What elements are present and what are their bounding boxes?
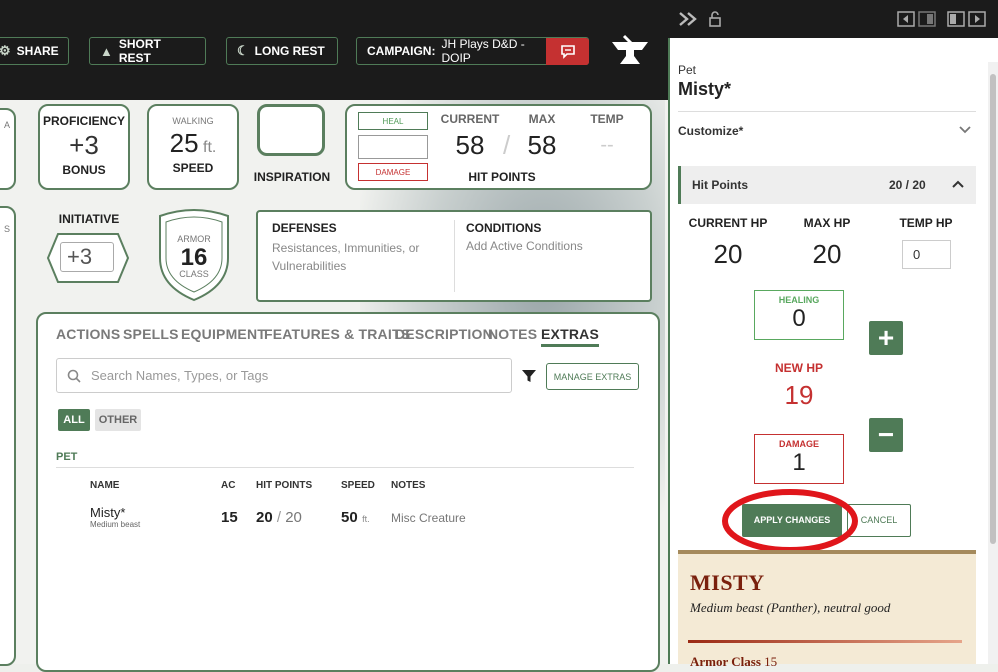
speed-box: WALKING 25 ft. SPEED (147, 104, 239, 190)
conditions-text[interactable]: Add Active Conditions (466, 239, 583, 253)
heal-button[interactable]: HEAL (358, 112, 428, 130)
plus-icon: + (877, 322, 895, 353)
stat-block-divider (688, 640, 962, 643)
tab-equipment[interactable]: EQUIPMENT (181, 326, 266, 342)
tab-extras[interactable]: EXTRAS (541, 326, 599, 347)
skills-column-partial: S (0, 206, 16, 666)
stat-block: MISTY Medium beast (Panther), neutral go… (678, 550, 976, 669)
chat-icon (560, 44, 575, 59)
pet-name: Misty* (90, 505, 126, 520)
initiative-box: +3 (46, 232, 130, 284)
pet-hp-max: 20 (285, 509, 302, 526)
new-hp-value: 19 (784, 380, 814, 410)
minus-icon: − (877, 419, 895, 450)
campfire-icon: ▲ (100, 43, 113, 59)
hp-adjust-input[interactable] (358, 135, 428, 159)
column-header: AC (221, 480, 236, 491)
collapse-panel-icon[interactable] (678, 11, 698, 27)
panel-current-hp: 20 (713, 239, 743, 269)
tab-notes[interactable]: NOTES (488, 326, 537, 342)
tab-description[interactable]: DESCRIPTION (395, 326, 493, 342)
tab-actions[interactable]: ACTIONS (56, 326, 120, 342)
inspiration-toggle[interactable] (257, 104, 325, 156)
proficiency-value: +3 (69, 130, 99, 160)
max-hp-value: 58 (527, 130, 557, 160)
panel-left-icon[interactable] (897, 11, 937, 27)
increase-button[interactable]: + (869, 321, 903, 355)
temp-hp-input[interactable]: 0 (902, 240, 951, 269)
pet-notes: Misc Creature (391, 511, 466, 525)
column-header: HIT POINTS (256, 480, 313, 491)
divider (56, 467, 634, 468)
manage-extras-button[interactable]: MANAGE EXTRAS (546, 363, 639, 390)
tab-spells[interactable]: SPELLS (123, 326, 179, 342)
scrollbar[interactable] (988, 62, 998, 664)
unlock-icon[interactable] (708, 10, 722, 28)
customize-toggle[interactable]: Customize* (678, 112, 976, 150)
healing-input[interactable]: HEALING 0 (754, 290, 844, 340)
table-row[interactable]: Misty* Medium beast 15 20 / 20 50 ft. Mi… (56, 500, 634, 540)
search-icon (67, 369, 81, 383)
current-hp-value: 58 (455, 130, 485, 160)
share-icon: ⚙ (0, 43, 11, 58)
hit-points-accordion[interactable]: Hit Points 20 / 20 (678, 166, 976, 204)
hit-points-box: HEAL DAMAGE CURRENT MAX TEMP 58 / 58 -- … (345, 104, 652, 190)
defenses-conditions-box: DEFENSES Resistances, Immunities, or Vul… (256, 210, 652, 302)
column-header: NOTES (391, 480, 426, 491)
panel-title: Misty* (678, 79, 732, 99)
long-rest-button[interactable]: ☾ LONG REST (226, 37, 338, 65)
tab-features-traits[interactable]: FEATURES & TRAITS (264, 326, 410, 342)
speed-value: 25 (169, 128, 199, 158)
temp-hp-value[interactable]: -- (572, 134, 642, 157)
pet-ac: 15 (221, 509, 238, 526)
campaign-chat-button[interactable] (546, 38, 589, 65)
share-button[interactable]: ⚙ SHARE (0, 37, 69, 65)
damage-input[interactable]: DAMAGE 1 (754, 434, 844, 484)
section-heading: PET (56, 451, 78, 463)
scrollbar-thumb[interactable] (990, 74, 996, 544)
stat-block-subtitle: Medium beast (Panther), neutral good (690, 600, 891, 615)
chevron-up-icon (952, 180, 964, 188)
ability-box-partial: A (0, 108, 16, 190)
divider (454, 220, 455, 292)
stat-block-name: MISTY (690, 570, 765, 595)
column-header: SPEED (341, 480, 375, 491)
column-header: NAME (90, 480, 120, 491)
pet-subtitle: Medium beast (90, 520, 141, 529)
panel-right-icon[interactable] (947, 11, 987, 27)
armor-class-shield: ARMOR 16 CLASS (152, 206, 236, 302)
panel-max-hp: 20 (812, 239, 842, 269)
chevron-down-icon (959, 126, 971, 134)
filter-other-button[interactable]: OTHER (95, 409, 141, 431)
defenses-text[interactable]: Resistances, Immunities, or Vulnerabilit… (272, 239, 442, 275)
pet-hp-current: 20 (256, 509, 273, 526)
search-input[interactable]: Search Names, Types, or Tags (56, 358, 512, 393)
initiative-value: +3 (60, 242, 114, 272)
filter-icon[interactable] (521, 368, 537, 384)
anvil-logo-icon (608, 34, 652, 73)
panel-type: Pet (678, 63, 697, 77)
short-rest-button[interactable]: ▲ SHORT REST (89, 37, 206, 65)
pet-speed: 50 (341, 509, 358, 526)
damage-button[interactable]: DAMAGE (358, 163, 428, 181)
highlight-ring (722, 489, 858, 553)
decrease-button[interactable]: − (869, 418, 903, 452)
hp-summary: 20 / 20 (889, 178, 926, 192)
filter-all-button[interactable]: ALL (58, 409, 90, 431)
armor-class-value: 16 (180, 244, 208, 271)
proficiency-box: PROFICIENCY +3 BONUS (38, 104, 130, 190)
moon-icon: ☾ (237, 43, 249, 58)
